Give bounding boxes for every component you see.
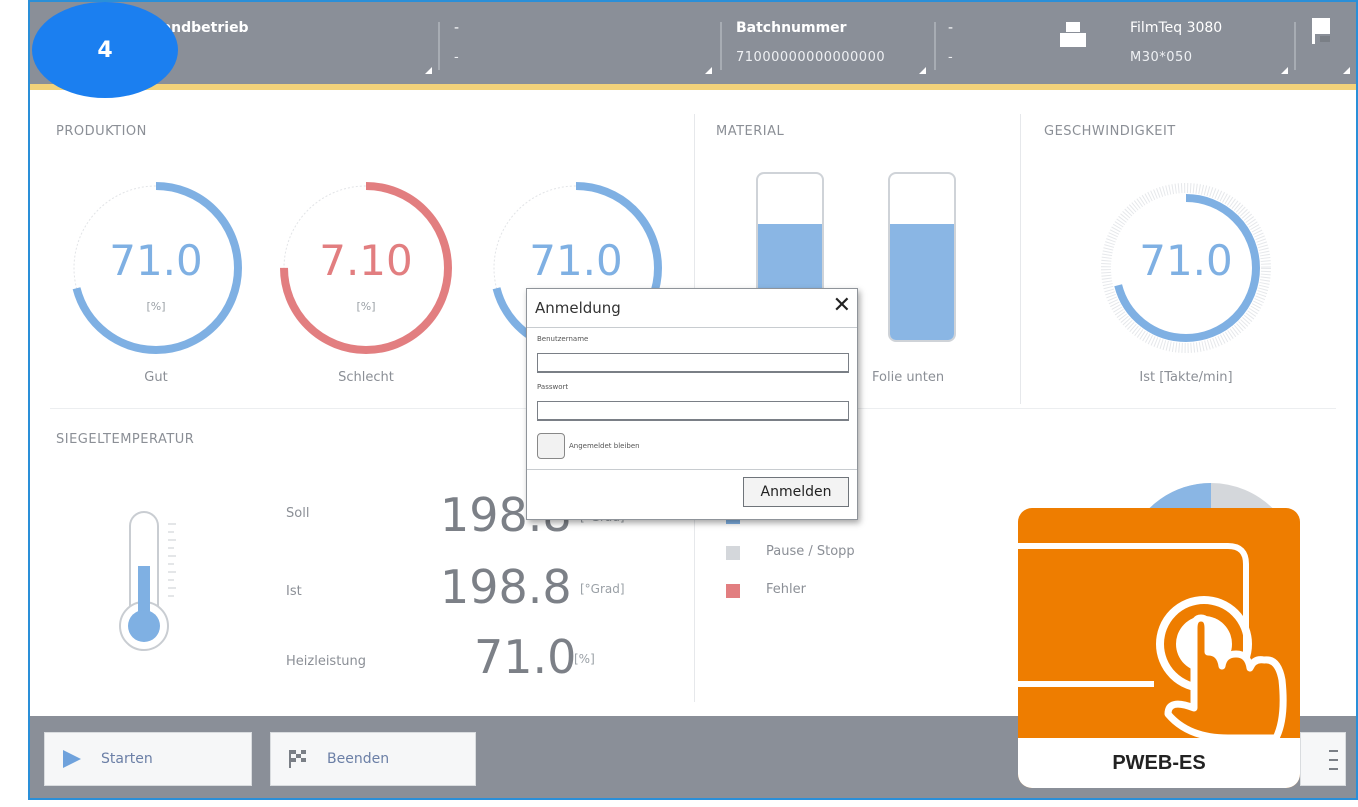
gauge-unit: [%] — [146, 300, 166, 313]
login-button[interactable]: Anmelden — [743, 477, 849, 507]
geschwindigkeit-label: GESCHWINDIGKEIT — [1044, 124, 1176, 139]
corner-marker-icon — [1281, 67, 1288, 74]
machine-sub: M30*050 — [1130, 50, 1193, 65]
remember-checkbox[interactable] — [537, 433, 565, 459]
siegeltemperatur-label: SIEGELTEMPERATUR — [56, 432, 195, 447]
dialog-divider — [527, 327, 857, 328]
gauge-caption: Gut — [144, 370, 168, 385]
gauge-caption: Ist [Takte/min] — [1139, 370, 1233, 385]
pweb-es-logo: PWEB-ES — [1018, 508, 1300, 788]
field-4-sub: - — [948, 50, 954, 65]
corner-marker-icon — [1343, 67, 1350, 74]
batch-value: 71000000000000000 — [736, 50, 886, 65]
field-2[interactable]: - - — [440, 2, 718, 84]
field-4[interactable]: - - — [936, 2, 1046, 84]
start-label: Starten — [101, 751, 153, 767]
password-input[interactable] — [537, 401, 849, 421]
machine-icon — [1060, 22, 1086, 47]
header-bar: Handbetrieb - - Batchnummer 710000000000… — [30, 2, 1356, 90]
material-label: MATERIAL — [716, 124, 785, 139]
gauge-schlecht: 7.10 [%] — [276, 178, 456, 358]
machine-icon-cell — [1048, 2, 1120, 84]
gauge-value: 7.10 — [319, 236, 413, 285]
tank-caption: Folie unten — [872, 370, 945, 385]
temp-value: 71.0 — [474, 630, 577, 684]
username-input[interactable] — [537, 353, 849, 373]
gauge-value: 71.0 — [1139, 236, 1233, 285]
dialog-title: Anmeldung — [535, 299, 621, 317]
batch-field[interactable]: Batchnummer 71000000000000000 — [722, 2, 932, 84]
legend-swatch — [726, 584, 740, 598]
flag-icon — [1312, 18, 1330, 44]
gauge-value: 71.0 — [529, 236, 623, 285]
machine-field[interactable]: FilmTeq 3080 M30*050 — [1120, 2, 1294, 84]
legend-label: Fehler — [766, 582, 806, 597]
menu-icon — [1329, 750, 1338, 770]
field-4-title: - — [948, 20, 954, 36]
start-button[interactable]: Starten — [44, 732, 252, 786]
legend-label: Pause / Stopp — [766, 544, 855, 559]
end-button[interactable]: Beenden — [270, 732, 476, 786]
produktion-label: PRODUKTION — [56, 124, 147, 139]
end-label: Beenden — [327, 751, 390, 767]
play-icon — [63, 750, 81, 768]
step-badge: 4 — [32, 2, 178, 98]
touch-screen-icon — [1018, 543, 1287, 742]
corner-marker-icon — [705, 67, 712, 74]
dialog-divider — [527, 469, 857, 470]
temp-unit: [°Grad] — [580, 582, 625, 596]
gauge-gut: 71.0 [%] — [66, 178, 246, 358]
gauge-caption: Schlecht — [338, 370, 394, 385]
flag-button[interactable] — [1296, 2, 1356, 84]
temp-value: 198.8 — [440, 560, 572, 614]
corner-marker-icon — [425, 67, 432, 74]
remember-label: Angemeldet bleiben — [569, 442, 640, 450]
login-dialog: Anmeldung ✕ Benutzername Passwort Angeme… — [526, 288, 858, 520]
machine-title: FilmTeq 3080 — [1130, 20, 1223, 36]
section-divider — [1020, 114, 1021, 404]
pweb-label: PWEB-ES — [1018, 738, 1300, 788]
gauge-speed: 71.0 — [1096, 178, 1276, 358]
material-tank-bottom — [888, 172, 956, 342]
gauge-unit: [%] — [356, 300, 376, 313]
close-icon[interactable]: ✕ — [833, 293, 851, 318]
field-2-title: - — [454, 20, 460, 36]
thermometer-icon — [119, 511, 176, 651]
batch-title: Batchnummer — [736, 20, 847, 36]
checkered-flag-icon — [289, 750, 306, 768]
corner-marker-icon — [919, 67, 926, 74]
gauge-value: 71.0 — [109, 236, 203, 285]
temp-label: Heizleistung — [286, 654, 367, 669]
password-label: Passwort — [537, 383, 569, 391]
menu-button[interactable] — [1300, 732, 1346, 786]
field-2-sub: - — [454, 50, 460, 65]
temp-label: Soll — [286, 506, 310, 521]
temp-unit: [%] — [574, 652, 595, 666]
username-label: Benutzername — [537, 335, 589, 343]
legend-swatch — [726, 546, 740, 560]
tank-fill — [890, 223, 954, 340]
temp-label: Ist — [286, 584, 302, 599]
